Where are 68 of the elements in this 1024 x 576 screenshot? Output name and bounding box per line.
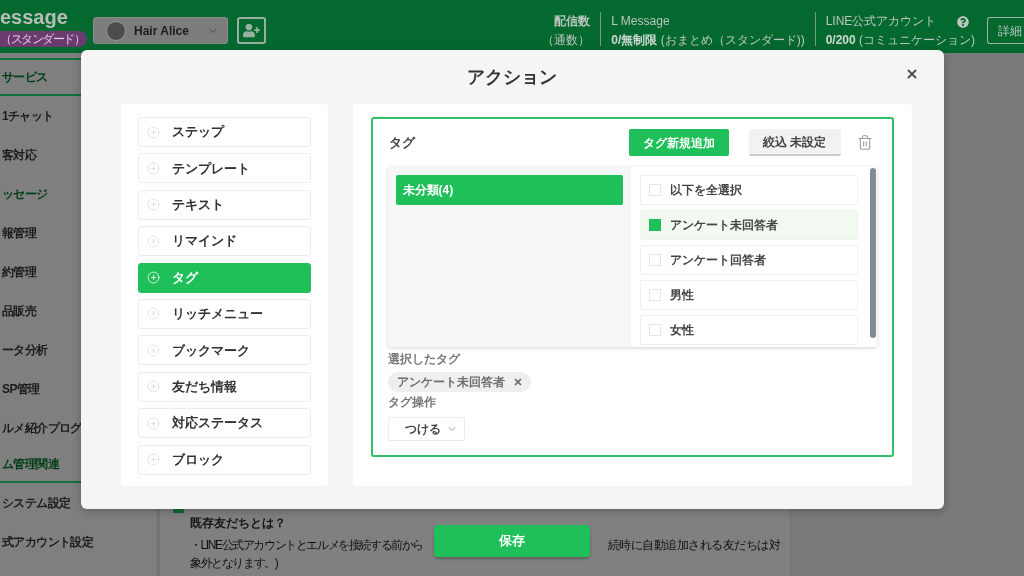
action-item[interactable]: テキスト — [137, 189, 311, 220]
tag-option[interactable]: 女性 — [639, 315, 858, 345]
plus-circle-icon — [146, 161, 160, 175]
modal-title: アクション — [467, 65, 557, 89]
plus-circle-icon — [146, 380, 160, 394]
add-user-button[interactable] — [237, 17, 266, 44]
checkbox[interactable] — [648, 219, 661, 231]
selected-tags-label: 選択したタグ — [387, 352, 460, 367]
sidebar-item[interactable]: 1チャット — [0, 106, 54, 125]
sidebar-subheading: ッセージ — [1, 185, 48, 203]
sidebar-item[interactable]: 報管理 — [0, 223, 37, 242]
help-icon[interactable] — [957, 15, 969, 28]
close-icon — [904, 67, 919, 81]
tag-section-title: タグ — [388, 133, 415, 152]
plus-circle-icon — [146, 343, 160, 357]
notice-text: 続時に自動追加される友だちは対 — [607, 537, 780, 554]
tag-operation-label: タグ操作 — [387, 395, 436, 410]
sidebar-item[interactable]: システム設定 — [0, 493, 71, 512]
tag-option[interactable]: アンケート回答者 — [639, 245, 858, 275]
sidebar-item[interactable]: 式アカウント設定 — [0, 532, 94, 551]
plus-circle-icon — [146, 234, 160, 248]
action-item[interactable]: 友だち情報 — [137, 371, 311, 402]
tag-option[interactable]: アンケート未回答者 — [639, 210, 858, 240]
notice-heading: 既存友だちとは？ — [190, 515, 286, 532]
sidebar-item[interactable]: 品販売 — [0, 301, 37, 320]
account-select[interactable]: Hair Alice — [93, 17, 228, 44]
plus-circle-icon — [146, 198, 160, 212]
sidebar-item[interactable]: 客対応 — [0, 145, 37, 164]
quota-title: LINE公式アカウント — [825, 13, 937, 30]
quota-title: L Message — [611, 13, 670, 30]
quota-value: 0/200 (コミュニケーション) — [825, 32, 975, 49]
tag-chip-label: アンケート未回答者 — [396, 374, 505, 391]
tag-option[interactable]: 男性 — [639, 280, 858, 310]
action-item[interactable]: テンプレート — [137, 153, 311, 184]
scrollbar-thumb[interactable] — [869, 168, 876, 338]
details-button[interactable]: 詳細 — [987, 17, 1024, 44]
action-item[interactable]: リッチメニュー — [137, 298, 311, 329]
delivery-count-label: 配信数 — [554, 13, 591, 30]
logo-text: essage — [0, 5, 68, 29]
sidebar-item[interactable]: 約管理 — [0, 262, 37, 281]
plus-circle-icon — [146, 416, 160, 430]
plus-circle-icon — [146, 307, 160, 321]
action-item[interactable]: 対応ステータス — [137, 408, 311, 439]
remove-icon[interactable] — [512, 377, 523, 387]
trash-icon[interactable] — [856, 133, 873, 152]
notice-text: 象外となります。) — [190, 555, 278, 572]
plus-circle-icon — [146, 125, 160, 139]
avatar-placeholder — [106, 20, 126, 41]
action-item[interactable]: ステップ — [137, 117, 311, 147]
action-item[interactable]: ブロック — [137, 444, 311, 475]
quota-value: 0/無制限 (おまとめ（スタンダード)) — [611, 32, 805, 49]
plus-circle-icon — [146, 271, 160, 285]
close-button[interactable] — [904, 67, 919, 81]
notice-text: ・LINE公式アカウントとエルメを接続する前から — [190, 537, 424, 554]
delivery-count-unit: （通数） — [542, 32, 591, 49]
sidebar-item[interactable]: SP管理 — [0, 379, 40, 398]
user-plus-icon — [243, 23, 260, 38]
sidebar-section-heading: ム管理関連 — [1, 456, 59, 473]
plan-badge: （スタンダード） — [0, 31, 87, 47]
sidebar-item[interactable]: ータ分析 — [0, 340, 48, 359]
filter-button[interactable]: 絞込 未設定 — [748, 129, 841, 156]
marker-icon — [173, 509, 184, 513]
action-item[interactable]: リマインド — [137, 226, 311, 257]
action-item[interactable]: ブックマーク — [137, 335, 311, 366]
sidebar-section-heading: サービス — [1, 69, 48, 86]
tag-option[interactable]: 以下を全選択 — [639, 175, 858, 205]
plus-circle-icon — [146, 453, 160, 466]
operation-select[interactable]: つける — [387, 417, 465, 441]
